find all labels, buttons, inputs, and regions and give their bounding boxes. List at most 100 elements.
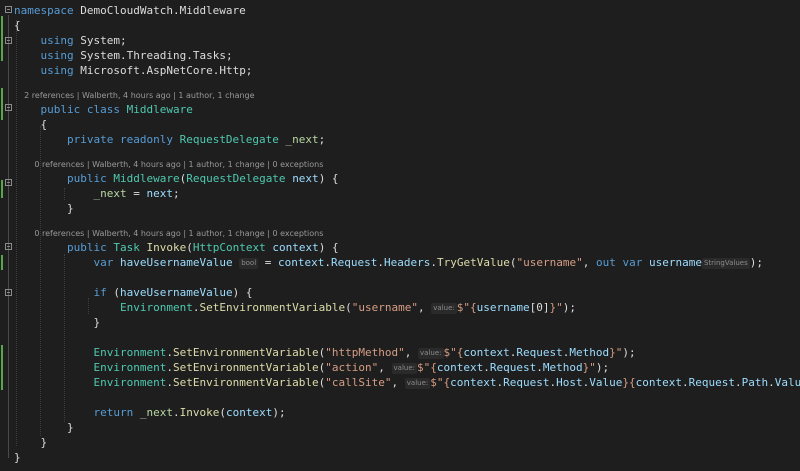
code-token: using [40,64,74,77]
code-token: } [14,202,74,215]
code-line[interactable]: { [14,18,21,33]
code-token: ; [172,187,180,200]
code-token: HttpContext [192,241,266,254]
code-token: context [463,346,510,359]
code-token: Invoke [146,241,187,254]
code-line[interactable]: { [14,117,47,132]
code-token: return [93,406,134,419]
code-token: haveUsernameValue [119,286,233,299]
code-line[interactable]: _next = next; [14,186,180,201]
change-indicator [1,180,3,198]
code-line[interactable]: return _next.Invoke(context); [14,405,286,420]
change-indicator [1,88,3,120]
collapse-icon[interactable] [5,37,12,44]
code-token: using [40,49,74,62]
code-token: _next [93,187,127,200]
code-line[interactable]: } [14,315,100,330]
code-line[interactable]: private readonly RequestDelegate _next; [14,132,325,147]
code-token: [0] [529,301,550,314]
code-line[interactable]: } [14,420,74,435]
code-line[interactable]: public Middleware(RequestDelegate next) … [14,171,339,186]
collapse-icon[interactable] [5,289,12,296]
code-line[interactable]: if (haveUsernameValue) { [14,285,252,300]
code-token: haveUsernameValue [119,256,233,269]
code-line[interactable]: Environment.SetEnvironmentVariable("acti… [14,360,609,375]
code-token: class [86,103,120,116]
code-token: $"{ [430,376,451,389]
code-token: using [40,34,74,47]
collapse-icon[interactable] [5,6,12,13]
code-token: Value [589,376,623,389]
code-line[interactable]: public Task Invoke(HttpContext context) … [14,240,339,255]
code-line[interactable]: Environment.SetEnvironmentVariable("http… [14,345,636,360]
inline-hint: value: [391,363,418,374]
code-token: , [418,301,432,314]
codelens-line[interactable]: 2 references | Walberth, 4 hours ago | 1… [14,90,254,102]
code-line[interactable]: var haveUsernameValue bool = context. Req… [14,255,763,270]
code-token: , [391,376,405,389]
code-token: } [14,316,101,329]
collapse-icon[interactable] [5,104,12,111]
code-token: Path [741,376,769,389]
code-token: , [378,361,392,374]
code-token: public [66,241,107,254]
code-line[interactable]: Environment.SetEnvironmentVariable("call… [14,375,800,390]
code-token: TryGetValue [437,256,510,269]
code-token: ) { [318,241,339,254]
code-token: Request [503,376,550,389]
code-token: ) { [232,286,253,299]
code-editor[interactable]: namespace DemoCloudWatch.Middleware{ usi… [0,0,800,471]
code-line[interactable]: using System; [14,33,127,48]
code-line[interactable]: namespace DemoCloudWatch.Middleware [14,3,246,18]
code-token: Environment [119,301,193,314]
code-token: . [166,376,173,389]
code-token: public [40,103,81,116]
code-token: ) { [318,172,339,185]
collapse-icon[interactable] [5,179,12,186]
code-token: } [14,421,74,434]
code-token: _next [139,406,173,419]
code-line[interactable]: using System.Threading.Tasks; [14,48,233,63]
change-indicator [1,255,3,270]
code-token: $"{ [443,346,464,359]
codelens-line[interactable]: 0 references | Walberth, 4 hours ago | 1… [14,228,323,240]
code-token: SetEnvironmentVariable [199,301,346,314]
code-token: . [166,346,173,359]
codelens-line[interactable]: 0 references | Walberth, 4 hours ago | 1… [14,159,323,171]
code-token: private [66,133,114,146]
code-token: if [93,286,107,299]
code-line[interactable]: using Microsoft.AspNetCore.Http; [14,63,253,78]
code-line[interactable]: } [14,450,21,465]
code-token: ); [562,301,576,314]
code-token: Method [569,346,610,359]
code-line[interactable]: } [14,201,74,216]
code-line[interactable]: public class Middleware [14,102,193,117]
code-token: = [258,256,279,269]
collapse-icon[interactable] [5,243,12,250]
code-token: RequestDelegate [186,172,286,185]
code-token: context [272,241,319,254]
code-token: "callSite" [325,376,392,389]
code-token: { [14,19,21,32]
code-line[interactable]: Environment.SetEnvironmentVariable("user… [14,300,576,315]
code-token: Environment [93,361,167,374]
code-line[interactable]: } [14,435,47,450]
gutter [0,0,14,471]
code-token: username [476,301,530,314]
code-token: Task [113,241,140,254]
code-token: ; [318,133,326,146]
code-token: . [734,376,742,389]
code-token: ( [186,241,193,254]
indent-guide [64,254,65,422]
code-token: }" [582,361,596,374]
code-token: ); [272,406,286,419]
